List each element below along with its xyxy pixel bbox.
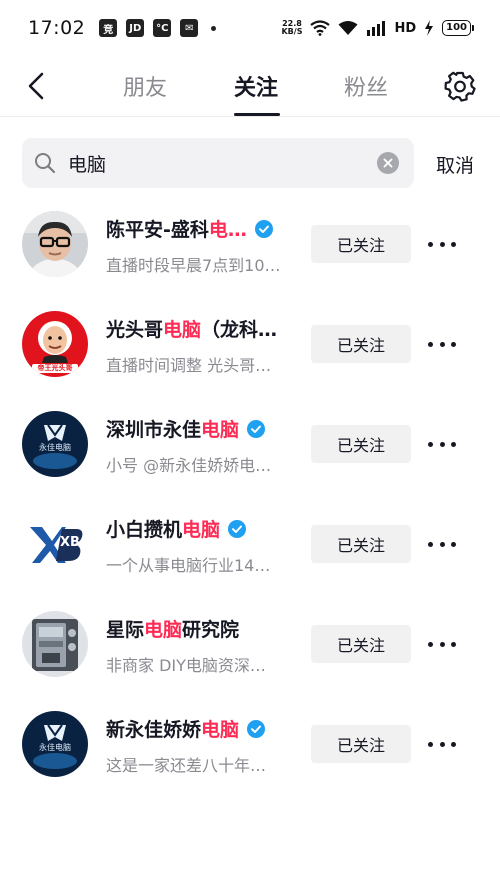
name-keyword-highlight: 电…: [208, 219, 247, 241]
following-list: 陈平安-盛科 电… 直播时段早晨7点到10… 已关注 帝王光头哥 光头哥 电脑 （龙科… 直播时…: [0, 194, 500, 794]
more-options-icon[interactable]: [428, 336, 456, 352]
more-options-icon[interactable]: [428, 436, 456, 452]
verified-badge-icon: [247, 419, 266, 438]
status-right: 22.8 KB/S HD 100: [281, 20, 474, 36]
user-name[interactable]: 小白攒机 电脑: [106, 515, 247, 542]
user-name[interactable]: 陈平安-盛科 电…: [106, 215, 273, 242]
user-description: 一个从事电脑行业14…: [106, 556, 271, 575]
name-segment: 小白攒机: [106, 519, 183, 541]
search-icon: [35, 153, 56, 174]
user-list-item[interactable]: 星际 电脑 研究院非商家 DIY电脑资深… 已关注: [0, 594, 500, 694]
following-status-button[interactable]: 已关注: [311, 525, 411, 563]
avatar[interactable]: [22, 211, 88, 277]
user-list-item[interactable]: 陈平安-盛科 电… 直播时段早晨7点到10… 已关注: [0, 194, 500, 294]
verified-badge-icon: [254, 219, 273, 238]
status-time: 17:02: [28, 17, 86, 39]
avatar-caption: 永佳电脑: [39, 443, 71, 452]
name-keyword-highlight: 电脑: [201, 419, 240, 441]
avatar[interactable]: [22, 611, 88, 677]
gear-icon[interactable]: [444, 70, 476, 102]
user-description: 直播时间调整 光头哥…: [106, 356, 272, 375]
more-options-icon[interactable]: [428, 736, 456, 752]
more-options-icon[interactable]: [428, 636, 456, 652]
user-description: 非商家 DIY电脑资深…: [106, 656, 266, 675]
name-keyword-highlight: 电脑: [201, 719, 240, 741]
network-type: HD: [394, 20, 417, 36]
wifi-icon: [338, 21, 358, 35]
name-segment: 星际: [106, 619, 145, 641]
weather-icon: °C: [153, 19, 172, 37]
user-name[interactable]: 新永佳娇娇 电脑: [106, 715, 266, 742]
user-description: 小号 @新永佳娇娇电…: [106, 456, 272, 475]
search-input[interactable]: [68, 138, 368, 188]
cancel-button[interactable]: 取消: [436, 151, 474, 178]
mail-icon: ✉: [180, 19, 199, 37]
avatar[interactable]: 永佳电脑: [22, 711, 88, 777]
battery-icon: 100: [442, 20, 474, 36]
avatar-caption: XB: [60, 535, 80, 550]
following-status-button[interactable]: 已关注: [311, 625, 411, 663]
more-options-icon[interactable]: [428, 236, 456, 252]
status-app-icons: 竞 JD °C ✉: [99, 19, 217, 37]
status-bar: 17:02 竞 JD °C ✉ 22.8 KB/S HD 100: [0, 0, 500, 56]
user-description: 这是一家还差八十年…: [106, 756, 267, 775]
close-icon: [383, 158, 393, 168]
net-speed: 22.8 KB/S: [281, 19, 303, 36]
search-row: 取消: [0, 138, 500, 190]
wifi-calling-icon: [310, 20, 331, 36]
notification-app-icon: 竞: [99, 19, 118, 37]
name-segment: 陈平安-盛科: [106, 219, 209, 241]
clear-search-icon[interactable]: [377, 152, 399, 174]
tab-fans[interactable]: 粉丝: [344, 70, 388, 102]
user-description: 直播时段早晨7点到10…: [106, 256, 281, 275]
jd-app-icon: JD: [126, 19, 145, 37]
name-segment: 研究院: [182, 619, 240, 641]
user-list-item[interactable]: 永佳电脑 深圳市永佳 电脑小号 @新永佳娇娇电… 已关注: [0, 394, 500, 494]
name-segment: 深圳市永佳: [106, 419, 202, 441]
user-name[interactable]: 星际 电脑 研究院: [106, 615, 239, 642]
name-segment: （龙科…: [201, 319, 278, 341]
user-name[interactable]: 光头哥 电脑 （龙科…: [106, 315, 277, 342]
verified-badge-icon: [228, 519, 247, 538]
user-list-item[interactable]: 永佳电脑 新永佳娇娇 电脑这是一家还差八十年… 已关注: [0, 694, 500, 794]
charging-icon: [425, 20, 434, 36]
following-status-button[interactable]: 已关注: [311, 425, 411, 463]
tab-following[interactable]: 关注: [234, 70, 278, 102]
search-box: [22, 138, 414, 188]
user-list-item[interactable]: 帝王光头哥 光头哥 电脑 （龙科… 直播时间调整 光头哥… 已关注: [0, 294, 500, 394]
name-keyword-highlight: 电脑: [182, 519, 221, 541]
avatar[interactable]: XB: [22, 511, 88, 577]
avatar[interactable]: 永佳电脑: [22, 411, 88, 477]
relation-tabs: 朋友 关注 粉丝: [0, 56, 500, 116]
following-status-button[interactable]: 已关注: [311, 225, 411, 263]
battery-level: 100: [442, 20, 471, 36]
user-list-item[interactable]: XB 小白攒机 电脑一个从事电脑行业14… 已关注: [0, 494, 500, 594]
avatar[interactable]: 帝王光头哥: [22, 311, 88, 377]
name-keyword-highlight: 电脑: [144, 619, 183, 641]
signal-icon: [367, 21, 386, 36]
tab-friends[interactable]: 朋友: [123, 70, 167, 102]
following-status-button[interactable]: 已关注: [311, 725, 411, 763]
verified-badge-icon: [247, 719, 266, 738]
name-segment: 新永佳娇娇: [106, 719, 202, 741]
avatar-caption: 永佳电脑: [39, 743, 71, 752]
top-nav-bar: 朋友 关注 粉丝: [0, 56, 500, 116]
user-name[interactable]: 深圳市永佳 电脑: [106, 415, 266, 442]
nav-divider: [0, 116, 500, 117]
following-status-button[interactable]: 已关注: [311, 325, 411, 363]
more-notifications-dot: [211, 25, 217, 31]
name-keyword-highlight: 电脑: [163, 319, 202, 341]
avatar-caption: 帝王光头哥: [37, 364, 73, 372]
name-segment: 光头哥: [106, 319, 164, 341]
more-options-icon[interactable]: [428, 536, 456, 552]
